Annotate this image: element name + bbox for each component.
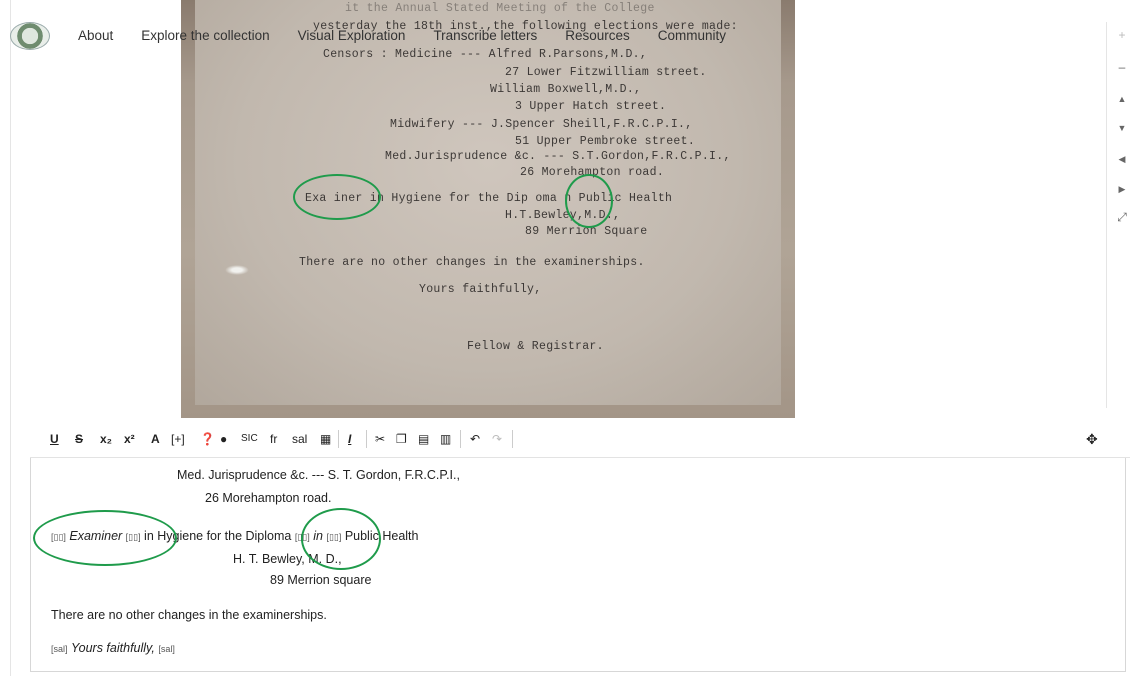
nav-visual-exploration[interactable]: Visual Exploration: [298, 26, 406, 46]
paste-icon[interactable]: ▤: [418, 431, 429, 447]
closing-text: Yours faithfully,: [71, 641, 155, 655]
nav-links: About Explore the collection Visual Expl…: [78, 26, 754, 46]
annotation-circle: [565, 174, 613, 228]
letter-line: William Boxwell,M.D.,: [490, 83, 642, 96]
top-navigation: About Explore the collection Visual Expl…: [0, 0, 1130, 70]
letter-line: 51 Upper Pembroke street.: [515, 135, 696, 148]
nav-about[interactable]: About: [78, 26, 113, 46]
move-icon[interactable]: ✥: [1086, 431, 1098, 447]
nav-community[interactable]: Community: [658, 26, 726, 46]
cut-icon[interactable]: ✂: [375, 431, 385, 447]
letter-line: Fellow & Registrar.: [467, 340, 604, 353]
underline-button[interactable]: U: [50, 431, 59, 447]
annotation-circle: [33, 510, 177, 566]
transcription-line: There are no other changes in the examin…: [51, 608, 327, 622]
fullscreen-icon[interactable]: ⤢: [1115, 210, 1129, 224]
strikethrough-button[interactable]: S: [75, 431, 83, 447]
calendar-icon[interactable]: ▦: [320, 431, 331, 447]
subscript-button[interactable]: x₂: [100, 431, 112, 447]
sal-button[interactable]: sal: [292, 431, 307, 447]
pan-up-icon[interactable]: ▲: [1115, 92, 1129, 106]
sal-tag: [sal]: [51, 644, 68, 654]
add-bracket-button[interactable]: [+]: [171, 431, 185, 447]
paper-mark: [225, 265, 249, 275]
copy-icon[interactable]: ❐: [396, 431, 407, 447]
pan-right-icon[interactable]: ▶: [1115, 182, 1129, 196]
zoom-toolbar: + – ▲ ▼ ◀ ▶ ⤢: [1106, 22, 1130, 408]
font-button[interactable]: A: [151, 431, 160, 447]
undo-icon[interactable]: ↶: [470, 431, 480, 447]
transcription-line: Med. Jurisprudence &c. --- S. T. Gordon,…: [177, 468, 460, 482]
annotation-circle: [301, 508, 381, 570]
toolbar-divider: [512, 430, 513, 448]
paste-text-icon[interactable]: ▥: [440, 431, 451, 447]
letter-line: Yours faithfully,: [419, 283, 542, 296]
fr-button[interactable]: fr: [270, 431, 277, 447]
letter-line: 3 Upper Hatch street.: [515, 100, 667, 113]
toolbar-divider: [338, 430, 339, 448]
editor-left-border: [10, 420, 11, 676]
nav-resources[interactable]: Resources: [565, 26, 630, 46]
letter-line: Midwifery --- J.Spencer Sheill,F.R.C.P.I…: [390, 118, 693, 131]
transcription-editor[interactable]: Med. Jurisprudence &c. --- S. T. Gordon,…: [30, 458, 1126, 672]
question-icon[interactable]: ❓: [200, 431, 215, 447]
redo-icon[interactable]: ↷: [492, 431, 502, 447]
toolbar-divider: [460, 430, 461, 448]
pan-down-icon[interactable]: ▼: [1115, 121, 1129, 135]
transcription-line: 89 Merrion square: [270, 573, 372, 587]
letter-line: Med.Jurisprudence &c. --- S.T.Gordon,F.R…: [385, 150, 731, 163]
transcription-line: [sal] Yours faithfully, [sal]: [51, 641, 175, 655]
annotation-circle: [293, 174, 381, 220]
sal-tag: [sal]: [158, 644, 175, 654]
pan-left-icon[interactable]: ◀: [1115, 152, 1129, 166]
letter-line: There are no other changes in the examin…: [299, 256, 645, 269]
toolbar-divider: [366, 430, 367, 448]
nav-transcribe-letters[interactable]: Transcribe letters: [433, 26, 537, 46]
comment-icon[interactable]: ●: [220, 431, 227, 447]
editor-toolbar: U S x₂ x² A [+] ❓ ● SIC fr sal ▦ I ✂ ❐ ▤…: [30, 420, 1130, 458]
superscript-button[interactable]: x²: [124, 431, 135, 447]
clear-format-icon[interactable]: I: [348, 431, 351, 447]
sic-button[interactable]: SIC: [241, 431, 258, 447]
site-logo[interactable]: [10, 22, 50, 50]
nav-explore-collection[interactable]: Explore the collection: [141, 26, 269, 46]
transcription-line: 26 Morehampton road.: [205, 491, 332, 505]
